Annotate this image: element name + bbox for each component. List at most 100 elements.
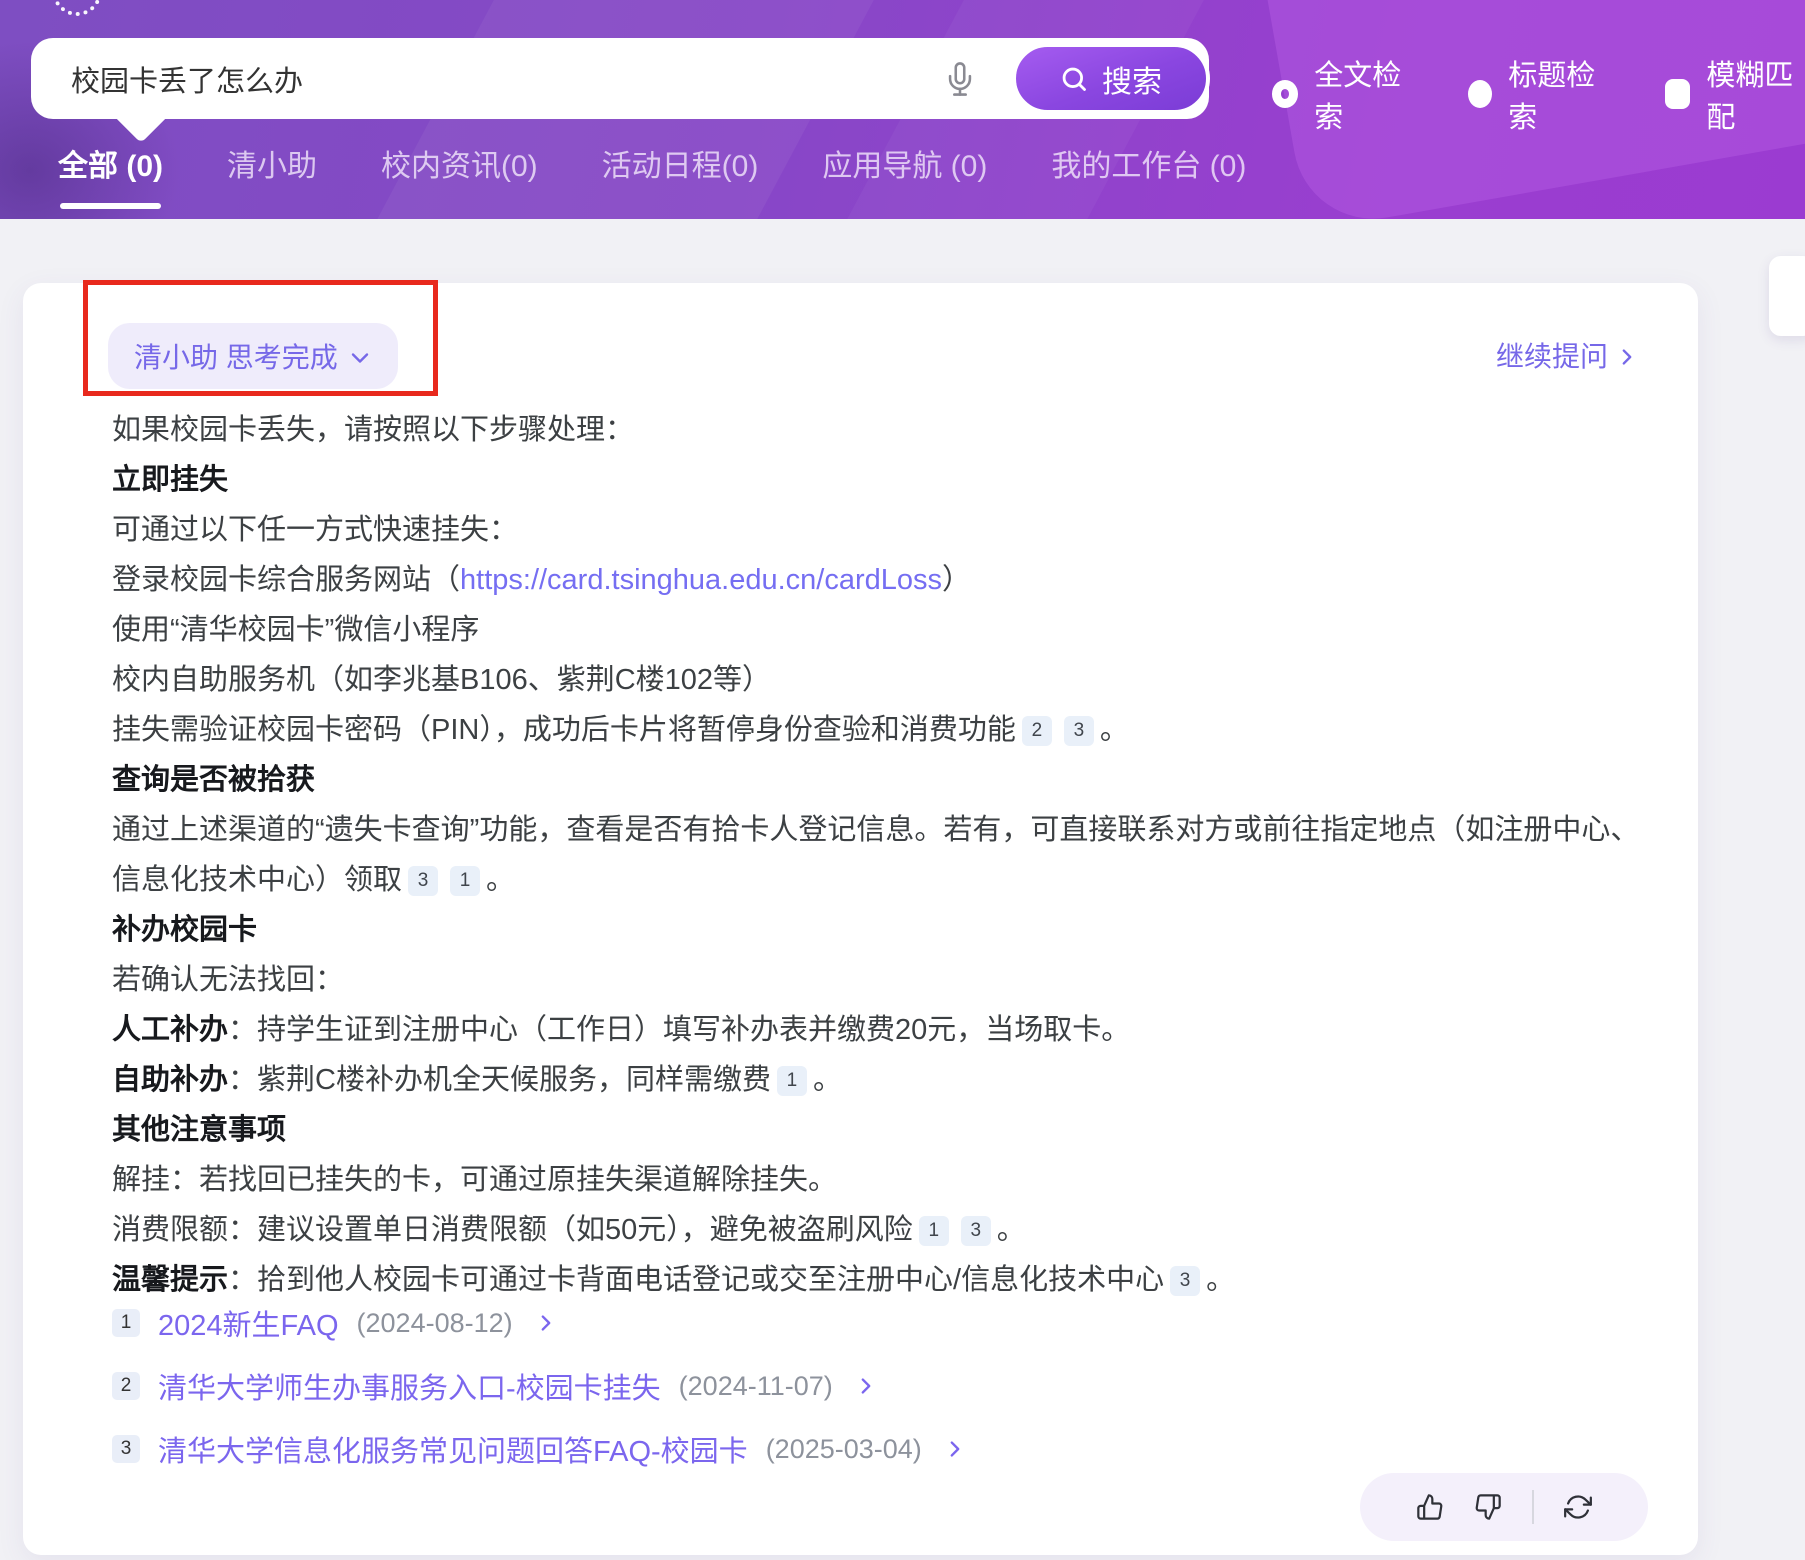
text-segment: 。 — [997, 1214, 1026, 1246]
search-options: 全文检索 标题检索 模糊匹配 — [1272, 52, 1805, 136]
radio-icon[interactable] — [1272, 80, 1298, 108]
answer-paragraph: 消费限额：建议设置单日消费限额（如50元），避免被盗刷风险13。 — [112, 1205, 1642, 1255]
continue-question-link[interactable]: 继续提问 — [1496, 335, 1638, 375]
tab-6[interactable]: 我的工作台 (0) — [1051, 141, 1246, 209]
citation-badge[interactable]: 1 — [919, 1216, 949, 1246]
chevron-right-icon — [1616, 346, 1638, 368]
search-option-label: 标题检索 — [1508, 52, 1607, 136]
text-segment: ：拾到他人校园卡可通过卡背面电话登记或交至注册中心/信息化技术中心 — [228, 1264, 1164, 1296]
source-row[interactable]: 2 清华大学师生办事服务入口-校园卡挂失 (2024-11-07) — [112, 1368, 966, 1404]
citation-badge[interactable]: 3 — [1064, 716, 1094, 746]
source-number-badge: 3 — [112, 1435, 140, 1463]
search-icon — [1060, 65, 1088, 93]
source-number-badge: 2 — [112, 1372, 140, 1400]
thumbs-up-icon[interactable] — [1416, 1493, 1444, 1521]
tab-label: 校内资讯(0) — [381, 150, 538, 183]
assistant-status-label: 清小助 思考完成 — [134, 336, 338, 376]
text-segment: 通过上述渠道的“遗失卡查询”功能，查看是否有拾卡人登记信息。若有，可直接联系对方… — [112, 814, 1639, 896]
citation-badge[interactable]: 1 — [777, 1066, 807, 1096]
text-segment: 。 — [813, 1064, 842, 1096]
citation-badge[interactable]: 1 — [450, 866, 480, 896]
text-segment: 如果校园卡丢失，请按照以下步骤处理： — [112, 414, 634, 446]
text-segment: 使用“清华校园卡”微信小程序 — [112, 614, 479, 646]
answer-paragraph: 自助补办：紫荆C楼补办机全天候服务，同样需缴费1。 — [112, 1055, 1642, 1105]
thumbs-down-icon[interactable] — [1474, 1493, 1502, 1521]
search-option-label: 模糊匹配 — [1706, 52, 1805, 136]
bold-text: 查询是否被拾获 — [112, 764, 315, 796]
bold-text: 人工补办 — [112, 1014, 228, 1046]
source-row[interactable]: 3 清华大学信息化服务常见问题回答FAQ-校园卡 (2025-03-04) — [112, 1431, 966, 1467]
text-segment: ：紫荆C楼补办机全天候服务，同样需缴费 — [228, 1064, 771, 1096]
tab-label: 我的工作台 (0) — [1051, 150, 1246, 183]
feedback-divider — [1532, 1490, 1534, 1524]
microphone-icon[interactable] — [943, 62, 977, 96]
text-segment: 解挂：若找回已挂失的卡，可通过原挂失渠道解除挂失。 — [112, 1164, 837, 1196]
chevron-right-icon — [855, 1375, 877, 1397]
text-segment: 消费限额：建议设置单日消费限额（如50元），避免被盗刷风险 — [112, 1214, 913, 1246]
chevron-right-icon — [535, 1312, 557, 1334]
answer-paragraph: 补办校园卡 — [112, 905, 1642, 955]
tab-3[interactable]: 校内资讯(0) — [381, 141, 538, 209]
source-link[interactable]: 清华大学师生办事服务入口-校园卡挂失 — [158, 1365, 661, 1407]
tab-4[interactable]: 活动日程(0) — [602, 141, 759, 209]
search-option-2[interactable]: 标题检索 — [1468, 52, 1606, 136]
answer-paragraph: 通过上述渠道的“遗失卡查询”功能，查看是否有拾卡人登记信息。若有，可直接联系对方… — [112, 805, 1642, 905]
text-segment: 。 — [486, 864, 515, 896]
tab-label: 清小助 — [227, 150, 317, 183]
search-option-1[interactable]: 全文检索 — [1272, 52, 1410, 136]
text-segment: 登录校园卡综合服务网站（ — [112, 564, 460, 596]
text-segment: 挂失需验证校园卡密码（PIN），成功后卡片将暂停身份查验和消费功能 — [112, 714, 1016, 746]
source-link[interactable]: 2024新生FAQ — [158, 1302, 339, 1344]
answer-paragraph: 其他注意事项 — [112, 1105, 1642, 1155]
answer-paragraph: 立即挂失 — [112, 455, 1642, 505]
bold-text: 自助补办 — [112, 1064, 228, 1096]
search-input[interactable] — [31, 38, 971, 119]
source-date: (2024-11-07) — [679, 1371, 833, 1402]
tab-1[interactable]: 全部 (0) — [58, 141, 163, 209]
tab-label: 活动日程(0) — [602, 150, 759, 183]
continue-question-label: 继续提问 — [1496, 335, 1608, 375]
source-date: (2025-03-04) — [766, 1434, 922, 1465]
search-button[interactable]: 搜索 — [1012, 43, 1210, 114]
text-segment: ） — [942, 564, 971, 596]
bold-text: 补办校园卡 — [112, 914, 257, 946]
chevron-right-icon — [944, 1438, 966, 1460]
citation-badge[interactable]: 3 — [408, 866, 438, 896]
source-date: (2024-08-12) — [357, 1308, 513, 1339]
text-segment: 校内自助服务机（如李兆基B106、紫荆C楼102等） — [112, 664, 771, 696]
answer-card: 清小助 思考完成 继续提问 如果校园卡丢失，请按照以下步骤处理：立即挂失可通过以… — [23, 283, 1698, 1555]
answer-paragraph: 人工补办：持学生证到注册中心（工作日）填写补办表并缴费20元，当场取卡。 — [112, 1005, 1642, 1055]
search-option-label: 全文检索 — [1314, 52, 1410, 136]
answer-paragraph: 温馨提示：拾到他人校园卡可通过卡背面电话登记或交至注册中心/信息化技术中心3。 — [112, 1255, 1642, 1305]
citation-badge[interactable]: 3 — [1170, 1266, 1200, 1296]
source-list: 1 2024新生FAQ (2024-08-12) 2 清华大学师生办事服务入口-校园卡挂… — [112, 1305, 966, 1467]
search-option-3[interactable]: 模糊匹配 — [1665, 52, 1805, 136]
header: 搜索 全文检索 标题检索 模糊匹配 全部 (0) 清小助 校内资讯(0) 活动日程(0) 应… — [0, 0, 1805, 219]
refresh-icon[interactable] — [1564, 1493, 1592, 1521]
bold-text: 其他注意事项 — [112, 1114, 286, 1146]
answer-paragraph: 登录校园卡综合服务网站（https://card.tsinghua.edu.cn… — [112, 555, 1642, 605]
answer-paragraph: 挂失需验证校园卡密码（PIN），成功后卡片将暂停身份查验和消费功能23。 — [112, 705, 1642, 755]
tab-label: 全部 (0) — [58, 150, 163, 183]
page: 搜索 全文检索 标题检索 模糊匹配 全部 (0) 清小助 校内资讯(0) 活动日程(0) 应… — [0, 0, 1805, 1560]
chevron-down-icon — [348, 346, 372, 370]
radio-icon[interactable] — [1468, 80, 1492, 108]
text-segment: ：持学生证到注册中心（工作日）填写补办表并缴费20元，当场取卡。 — [228, 1014, 1130, 1046]
floating-widget-edge[interactable] — [1769, 256, 1805, 336]
answer-paragraph: 如果校园卡丢失，请按照以下步骤处理： — [112, 405, 1642, 455]
source-link[interactable]: 清华大学信息化服务常见问题回答FAQ-校园卡 — [158, 1428, 748, 1470]
text-segment: 若确认无法找回： — [112, 964, 344, 996]
citation-badge[interactable]: 2 — [1022, 716, 1052, 746]
checkbox-icon[interactable] — [1665, 79, 1691, 109]
text-segment: 。 — [1206, 1264, 1235, 1296]
answer-paragraph: 解挂：若找回已挂失的卡，可通过原挂失渠道解除挂失。 — [112, 1155, 1642, 1205]
citation-badge[interactable]: 3 — [961, 1216, 991, 1246]
inline-link[interactable]: https://card.tsinghua.edu.cn/cardLoss — [460, 564, 942, 596]
answer-body: 如果校园卡丢失，请按照以下步骤处理：立即挂失可通过以下任一方式快速挂失：登录校园… — [112, 405, 1642, 1305]
source-row[interactable]: 1 2024新生FAQ (2024-08-12) — [112, 1305, 966, 1341]
answer-paragraph: 查询是否被拾获 — [112, 755, 1642, 805]
source-number-badge: 1 — [112, 1309, 140, 1337]
tab-5[interactable]: 应用导航 (0) — [822, 141, 987, 209]
tab-2[interactable]: 清小助 — [227, 141, 317, 209]
assistant-status-chip[interactable]: 清小助 思考完成 — [108, 323, 398, 389]
